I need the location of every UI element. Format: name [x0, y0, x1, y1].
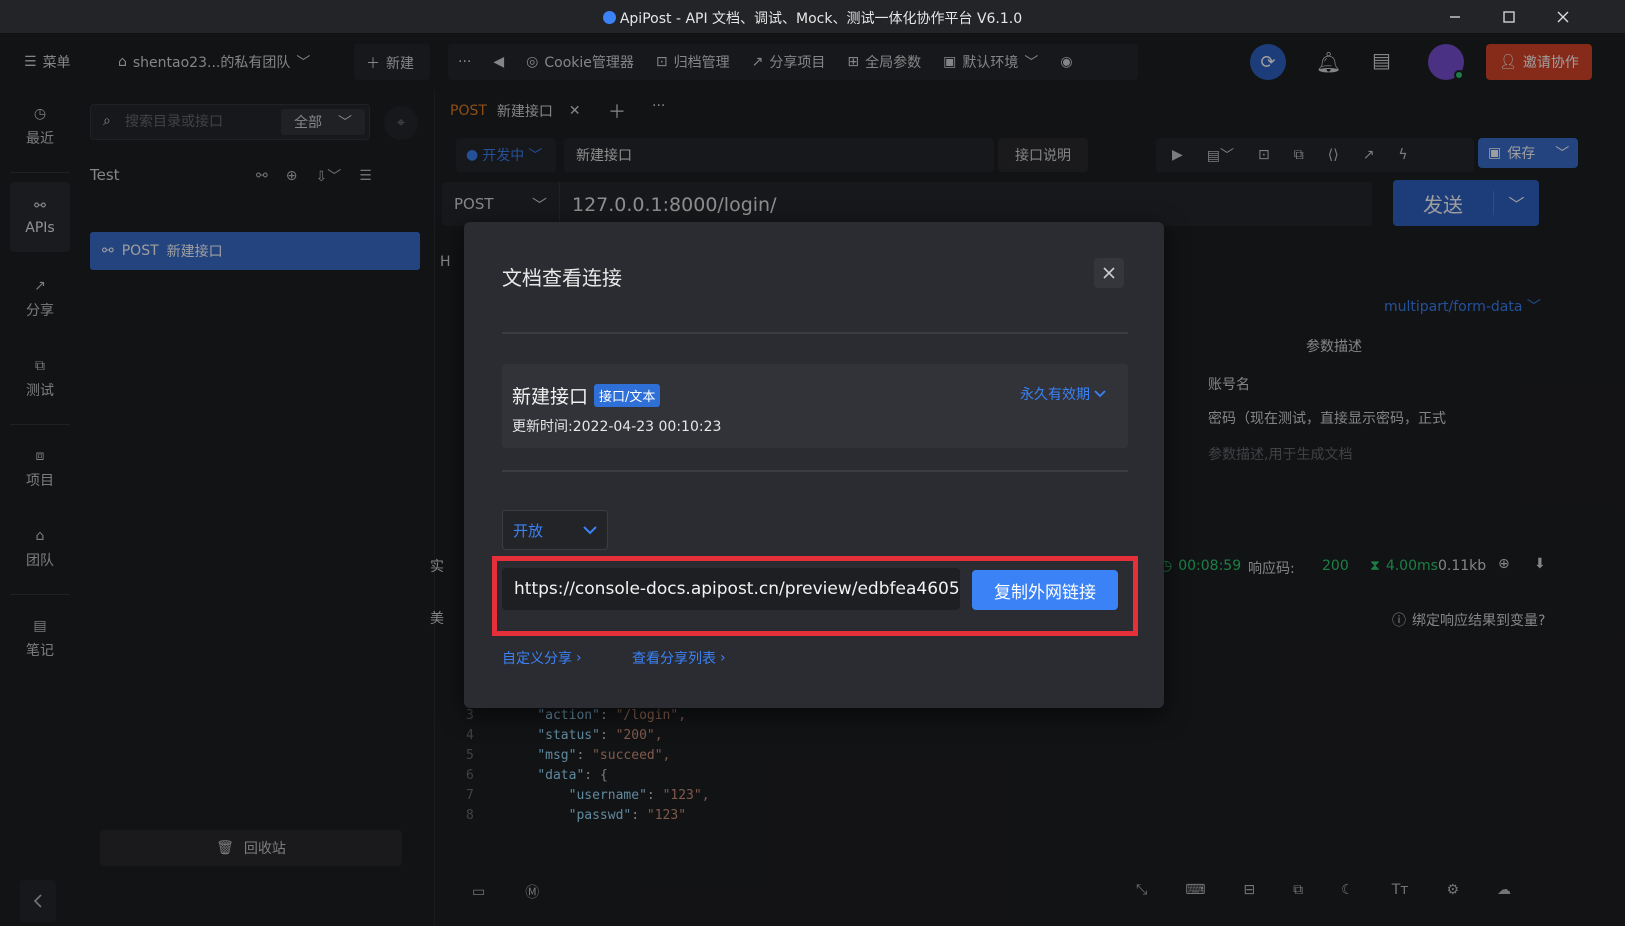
updated-time: 更新时间:2022-04-23 00:10:23	[512, 419, 722, 435]
custom-share-link[interactable]: 自定义分享 ›	[502, 648, 582, 668]
copy-link-button[interactable]: 复制外网链接	[972, 570, 1118, 610]
chevron-right-icon: ›	[720, 650, 726, 666]
title-bar: ApiPost - API 文档、调试、Mock、测试一体化协作平台 V6.1.…	[0, 0, 1625, 34]
divider	[502, 332, 1128, 334]
card-title: 新建接口 接口/文本	[512, 382, 661, 409]
share-list-link[interactable]: 查看分享列表 ›	[632, 648, 726, 668]
share-link-field[interactable]: https://console-docs.apipost.cn/preview/…	[502, 568, 960, 610]
window-title: ApiPost - API 文档、调试、Mock、测试一体化协作平台 V6.1.…	[0, 8, 1625, 28]
minimize-button[interactable]	[1432, 0, 1478, 34]
dialog-close-button[interactable]	[1094, 258, 1124, 288]
close-icon	[1103, 267, 1115, 279]
card-title-text: 新建接口	[512, 386, 589, 408]
divider	[502, 470, 1128, 472]
maximize-icon	[1503, 11, 1515, 23]
expire-select[interactable]: 永久有效期	[1020, 384, 1106, 404]
app-logo-icon	[602, 11, 616, 24]
type-tag: 接口/文本	[594, 384, 661, 407]
share-link-dialog: 文档查看连接 新建接口 接口/文本 永久有效期 更新时间:2022-04-23 …	[464, 222, 1164, 708]
close-window-button[interactable]	[1540, 0, 1586, 34]
shared-api-card: 新建接口 接口/文本 永久有效期 更新时间:2022-04-23 00:10:2…	[502, 364, 1128, 448]
maximize-button[interactable]	[1486, 0, 1532, 34]
chevron-down-icon	[1094, 390, 1106, 398]
close-icon	[1557, 11, 1569, 23]
chevron-right-icon: ›	[576, 650, 582, 666]
dialog-title: 文档查看连接	[502, 266, 622, 290]
chevron-down-icon	[583, 525, 597, 534]
minimize-icon	[1450, 16, 1460, 18]
visibility-select[interactable]: 开放	[502, 510, 608, 550]
